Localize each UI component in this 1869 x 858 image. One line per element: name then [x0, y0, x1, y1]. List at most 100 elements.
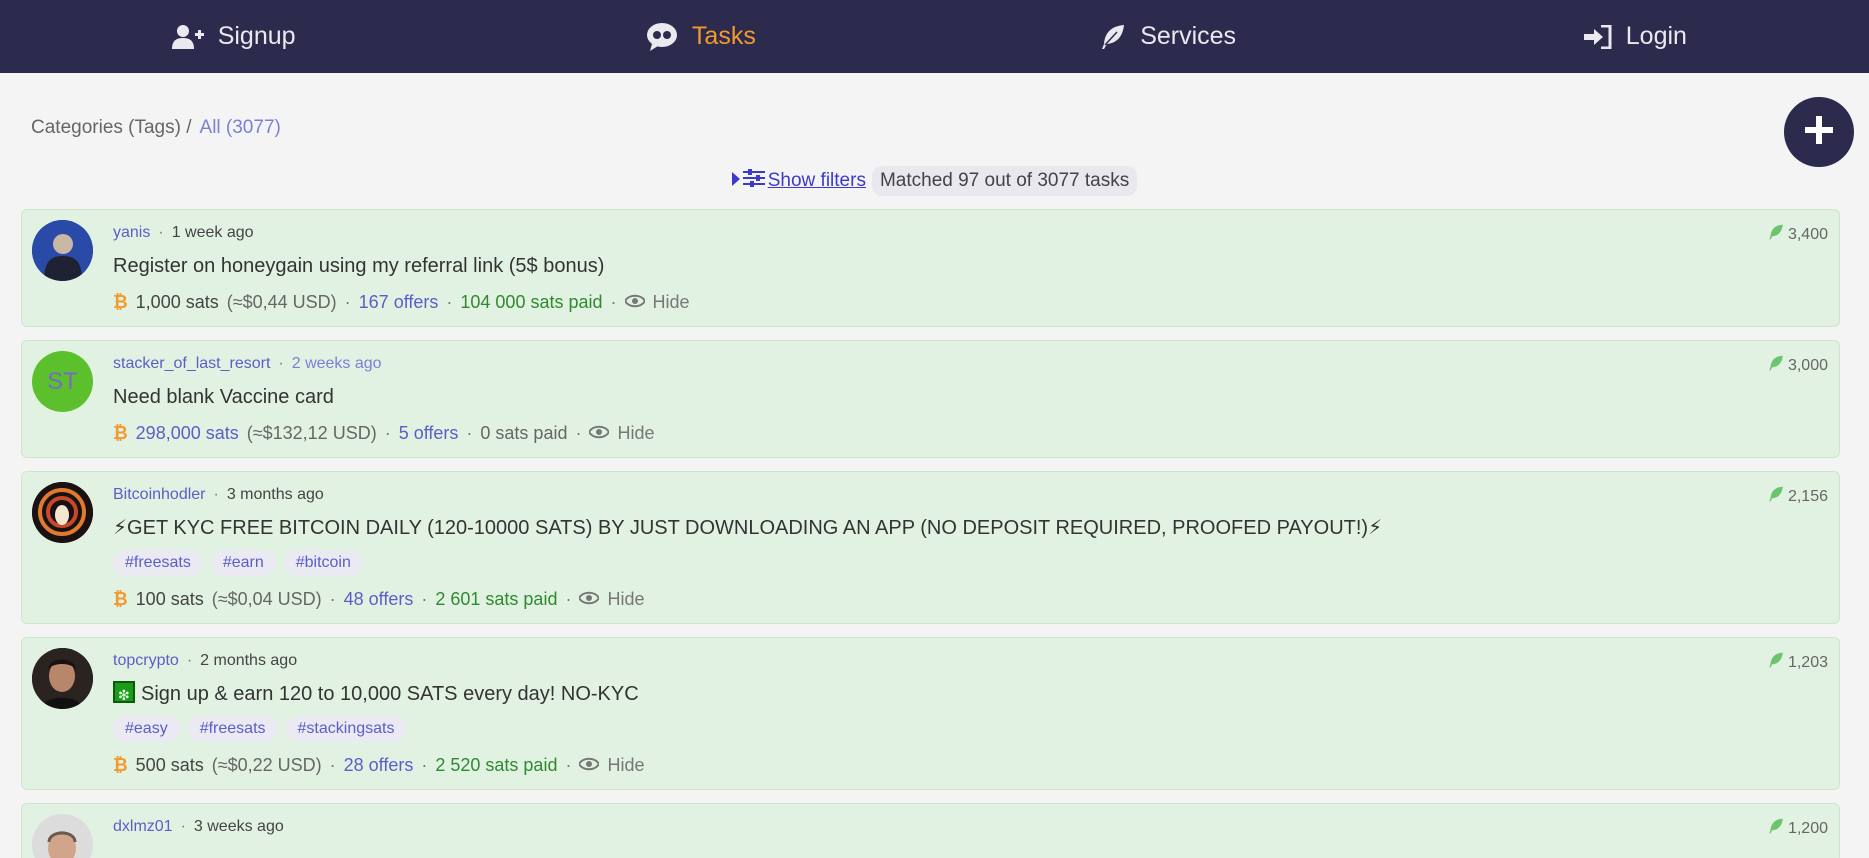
separator: · [565, 588, 572, 609]
hide-button[interactable]: Hide [578, 588, 645, 610]
task-author[interactable]: dxlmz01 [113, 818, 173, 836]
nav-signup[interactable]: Signup [0, 22, 467, 51]
nav-login[interactable]: Login [1402, 22, 1869, 51]
bitcoin-icon: ₿ [113, 754, 128, 775]
task-card[interactable]: yanis · 1 week ago Register on honeygain… [21, 209, 1840, 327]
breadcrumb-current[interactable]: All (3077) [200, 117, 281, 139]
sparkle-icon [113, 681, 135, 708]
task-card[interactable]: dxlmz01 · 3 weeks ago 1,200 [21, 803, 1840, 858]
add-task-button[interactable] [1784, 97, 1854, 167]
tag[interactable]: #freesats [113, 550, 203, 576]
feather-icon [1768, 652, 1784, 673]
avatar[interactable]: ST [32, 351, 93, 412]
tag[interactable]: #earn [210, 550, 276, 576]
task-title[interactable]: Need blank Vaccine card [113, 384, 1829, 410]
separator: · [384, 422, 391, 443]
separator: · [565, 754, 572, 775]
tag[interactable]: #easy [113, 716, 180, 742]
task-score-value: 1,200 [1787, 819, 1828, 837]
sliders-icon [742, 169, 765, 193]
avatar-initials: ST [47, 367, 78, 395]
eye-icon [578, 589, 601, 610]
sign-in-icon [1583, 24, 1612, 49]
nav-tasks[interactable]: Tasks [467, 22, 934, 52]
task-card[interactable]: ST stacker_of_last_resort · 2 weeks ago … [21, 340, 1840, 458]
separator: · [466, 422, 473, 443]
user-plus-icon [171, 24, 204, 50]
separator: · [610, 291, 617, 312]
task-offers[interactable]: 167 offers [359, 292, 439, 313]
task-reward: 1,000 sats [135, 291, 219, 312]
nav-services[interactable]: Services [935, 22, 1402, 51]
task-paid: 2 520 sats paid [435, 754, 558, 775]
task-title[interactable]: Sign up & earn 120 to 10,000 SATS every … [113, 681, 1829, 708]
tag[interactable]: #freesats [187, 716, 278, 742]
separator: · [329, 588, 336, 609]
nav-login-label: Login [1625, 22, 1687, 50]
bitcoin-icon: ₿ [113, 422, 128, 443]
task-offers[interactable]: 5 offers [399, 423, 459, 444]
task-paid: 104 000 sats paid [460, 291, 603, 312]
tag[interactable]: #stackingsats [285, 716, 407, 742]
separator: · [186, 652, 193, 669]
feather-icon [1100, 24, 1126, 50]
feather-icon [1768, 486, 1784, 507]
top-navigation: Signup Tasks Services Login [0, 0, 1869, 73]
task-time: 3 weeks ago [193, 818, 284, 835]
hide-label: Hide [607, 588, 645, 609]
hide-button[interactable]: Hide [588, 423, 655, 444]
feather-icon [1768, 224, 1784, 245]
task-reward: 500 sats [135, 754, 204, 775]
task-title[interactable]: ⚡GET KYC FREE BITCOIN DAILY (120-10000 S… [113, 515, 1829, 541]
task-offers[interactable]: 28 offers [344, 755, 414, 776]
hide-label: Hide [652, 291, 690, 312]
task-author[interactable]: yanis [113, 224, 150, 242]
task-reward-usd: (≈$0,04 USD) [211, 588, 322, 609]
tag[interactable]: #bitcoin [283, 550, 363, 576]
avatar[interactable] [32, 220, 93, 281]
feather-icon [1768, 818, 1784, 839]
breadcrumb-root[interactable]: Categories (Tags) / [31, 117, 192, 139]
eye-icon [578, 755, 601, 776]
task-reward-usd: (≈$132,12 USD) [246, 422, 377, 443]
task-paid: 0 sats paid [480, 422, 568, 443]
task-offers[interactable]: 48 offers [344, 589, 414, 610]
task-paid: 2 601 sats paid [435, 588, 558, 609]
task-score: 1,200 [1768, 818, 1828, 839]
show-filters-toggle[interactable]: Show filters [731, 169, 866, 193]
caret-right-icon [731, 170, 740, 192]
plus-icon [1804, 115, 1834, 150]
nav-services-label: Services [1140, 22, 1237, 50]
task-time: 1 week ago [171, 224, 254, 241]
task-reward-usd: (≈$0,22 USD) [211, 754, 322, 775]
task-time: 3 months ago [226, 486, 324, 503]
task-score-value: 2,156 [1787, 487, 1828, 505]
eye-icon [588, 423, 611, 444]
task-score-value: 3,000 [1787, 356, 1828, 374]
avatar[interactable] [32, 814, 93, 858]
task-time: 2 months ago [200, 652, 298, 669]
task-reward-usd: (≈$0,44 USD) [226, 291, 337, 312]
task-card[interactable]: topcrypto · 2 months ago Sign up & earn … [21, 637, 1840, 790]
task-card[interactable]: Bitcoinhodler · 3 months ago ⚡GET KYC FR… [21, 471, 1840, 624]
task-score-value: 3,400 [1787, 225, 1828, 243]
task-title-text: Sign up & earn 120 to 10,000 SATS every … [141, 683, 639, 705]
task-author[interactable]: stacker_of_last_resort [113, 355, 270, 373]
task-title[interactable]: Register on honeygain using my referral … [113, 253, 1829, 279]
tag-list: #freesats #earn #bitcoin [113, 550, 1829, 576]
nav-signup-label: Signup [217, 22, 296, 50]
separator: · [158, 224, 164, 241]
separator: · [421, 588, 428, 609]
tag-list: #easy #freesats #stackingsats [113, 716, 1829, 742]
avatar[interactable] [32, 648, 93, 709]
task-author[interactable]: Bitcoinhodler [113, 486, 206, 504]
hide-label: Hide [607, 754, 645, 775]
separator: · [180, 818, 186, 835]
avatar[interactable] [32, 482, 93, 543]
task-author[interactable]: topcrypto [113, 652, 179, 670]
task-score: 3,000 [1768, 355, 1828, 376]
hide-button[interactable]: Hide [578, 754, 645, 776]
bitcoin-icon: ₿ [113, 291, 128, 312]
separator: · [421, 754, 428, 775]
hide-button[interactable]: Hide [623, 291, 690, 313]
